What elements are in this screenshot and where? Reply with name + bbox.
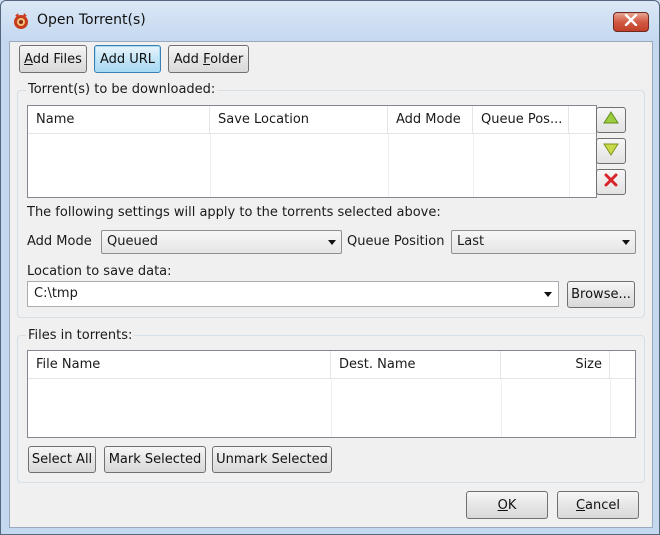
browse-label: Browse... — [571, 287, 631, 302]
add-files-button[interactable]: Add Files — [19, 45, 87, 73]
close-icon — [624, 13, 638, 30]
torrents-list-header: Name Save Location Add Mode Queue Pos... — [28, 106, 596, 134]
column-add-mode[interactable]: Add Mode — [388, 106, 473, 134]
add-mode-select[interactable]: Queued — [101, 230, 342, 254]
column-divider — [210, 134, 211, 197]
column-queue-position[interactable]: Queue Pos... — [473, 106, 569, 134]
remove-x-icon — [604, 173, 618, 191]
location-value: C:\tmp — [34, 286, 78, 301]
location-label: Location to save data: — [27, 264, 172, 279]
add-mode-value: Queued — [107, 234, 158, 249]
column-divider — [331, 379, 332, 437]
add-folder-button[interactable]: Add Folder — [168, 45, 249, 73]
add-url-label: Add URL — [99, 51, 156, 67]
column-divider — [501, 379, 502, 437]
arrow-down-icon — [603, 142, 619, 160]
chevron-down-icon — [622, 240, 630, 245]
title-bar[interactable]: Open Torrent(s) — [1, 1, 659, 41]
add-url-button[interactable]: Add URL — [94, 45, 161, 73]
column-dest-name[interactable]: Dest. Name — [331, 351, 501, 379]
files-group-label: Files in torrents: — [26, 328, 135, 343]
mark-selected-label: Mark Selected — [108, 452, 202, 467]
ok-button[interactable]: OK — [466, 491, 548, 519]
column-divider — [473, 134, 474, 197]
settings-note: The following settings will apply to the… — [27, 205, 441, 220]
remove-torrent-button[interactable] — [596, 169, 626, 195]
open-torrents-window: Open Torrent(s) Add Files Add URL Add Fo… — [0, 0, 660, 535]
unmark-selected-button[interactable]: Unmark Selected — [212, 446, 332, 473]
add-mode-label: Add Mode — [27, 234, 92, 249]
column-divider — [610, 379, 611, 437]
add-files-label: Add Files — [24, 51, 82, 67]
queue-position-label: Queue Position — [347, 234, 445, 249]
column-size[interactable]: Size — [501, 351, 610, 379]
torrents-group-label: Torrent(s) to be downloaded: — [26, 82, 218, 97]
ok-label: OK — [497, 497, 517, 513]
arrow-up-icon — [603, 111, 619, 129]
browse-button[interactable]: Browse... — [567, 281, 635, 308]
unmark-selected-label: Unmark Selected — [216, 452, 328, 467]
close-button[interactable] — [613, 12, 649, 32]
queue-position-value: Last — [457, 234, 485, 249]
column-name[interactable]: Name — [28, 106, 210, 134]
mark-selected-button[interactable]: Mark Selected — [104, 446, 206, 473]
column-divider — [388, 134, 389, 197]
move-down-button[interactable] — [596, 138, 626, 164]
column-divider — [569, 134, 570, 197]
files-list-header: File Name Dest. Name Size — [28, 351, 635, 379]
cancel-label: Cancel — [575, 497, 621, 513]
select-all-button[interactable]: Select All — [28, 446, 96, 473]
location-combobox[interactable]: C:\tmp — [27, 281, 559, 307]
chevron-down-icon — [328, 240, 336, 245]
select-all-label: Select All — [31, 452, 93, 467]
dialog-body: Add Files Add URL Add Folder Torrent(s) … — [9, 41, 653, 528]
column-file-name[interactable]: File Name — [28, 351, 331, 379]
add-folder-label: Add Folder — [173, 51, 244, 67]
column-save-location[interactable]: Save Location — [210, 106, 388, 134]
queue-position-select[interactable]: Last — [451, 230, 636, 254]
chevron-down-icon — [544, 292, 552, 297]
torrents-list[interactable]: Name Save Location Add Mode Queue Pos... — [27, 105, 597, 198]
files-list[interactable]: File Name Dest. Name Size — [27, 350, 636, 438]
window-title: Open Torrent(s) — [37, 12, 146, 28]
deluge-icon — [11, 11, 31, 31]
cancel-button[interactable]: Cancel — [557, 491, 639, 519]
move-up-button[interactable] — [596, 107, 626, 133]
